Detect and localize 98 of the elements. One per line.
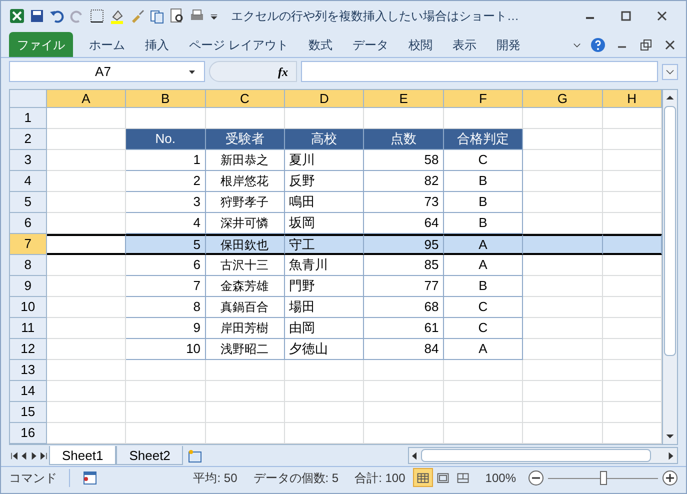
table-cell: 夏川 (284, 150, 364, 171)
sheet-tab[interactable]: Sheet2 (116, 446, 184, 465)
table-cell: 狩野孝子 (206, 192, 285, 213)
table-cell: 82 (364, 171, 444, 192)
table-cell: 3 (126, 192, 206, 213)
column-heading: 高校 (284, 129, 364, 150)
table-cell: 73 (364, 192, 444, 213)
table-cell: 坂岡 (284, 213, 364, 234)
table-cell: 1 (126, 150, 206, 171)
ribbon-tab[interactable]: ページ レイアウト (181, 32, 296, 57)
status-mode: コマンド (9, 468, 70, 486)
column-heading: 点数 (364, 129, 444, 150)
table-cell: 68 (364, 297, 444, 318)
table-cell: 真鍋百合 (206, 297, 285, 318)
column-header[interactable]: H (602, 90, 662, 108)
ribbon-tab[interactable]: 挿入 (137, 32, 177, 57)
row-header[interactable]: 16 (10, 423, 47, 444)
ribbon-tab[interactable]: 表示 (444, 32, 484, 57)
table-cell: 64 (364, 213, 444, 234)
column-header[interactable]: B (126, 90, 206, 108)
column-header[interactable]: E (364, 90, 444, 108)
table-cell: 2 (126, 171, 206, 192)
ribbon-tab[interactable]: 数式 (300, 32, 340, 57)
ribbon-tab[interactable]: データ (344, 32, 396, 57)
status-count: データの個数: 5 (253, 470, 339, 486)
table-cell: 新田恭之 (206, 150, 285, 171)
table-cell: 4 (126, 213, 206, 234)
table-cell: 由岡 (284, 318, 364, 339)
table-cell: A (444, 339, 524, 360)
row-header[interactable]: 2 (10, 129, 47, 150)
table-cell: 95 (364, 234, 444, 255)
window-title: エクセルの行や列を複数挿入したい場合はショート… (231, 8, 519, 25)
row-header[interactable]: 14 (10, 381, 47, 402)
table-cell: 58 (364, 150, 444, 171)
row-header[interactable]: 9 (10, 276, 47, 297)
table-cell: C (444, 150, 524, 171)
table-cell: B (444, 213, 524, 234)
row-header[interactable]: 13 (10, 360, 47, 381)
table-cell: B (444, 276, 524, 297)
zoom-level[interactable]: 100% (485, 468, 516, 486)
row-header[interactable]: 11 (10, 318, 47, 339)
row-header[interactable]: 8 (10, 255, 47, 276)
table-cell: 反野 (284, 171, 364, 192)
table-cell: 10 (126, 339, 206, 360)
status-average: 平均: 50 (193, 470, 238, 486)
table-cell: 5 (126, 234, 206, 255)
ribbon-tab[interactable]: 校閲 (400, 32, 440, 57)
table-cell: 保田欽也 (206, 234, 285, 255)
table-cell: 6 (126, 255, 206, 276)
table-cell: 61 (364, 318, 444, 339)
table-cell: 鳴田 (284, 192, 364, 213)
column-header[interactable]: F (444, 90, 524, 108)
table-cell: 場田 (284, 297, 364, 318)
table-cell: 門野 (284, 276, 364, 297)
ribbon-tab[interactable]: 開発 (488, 32, 528, 57)
table-cell: 根岸悠花 (206, 171, 285, 192)
column-header[interactable]: C (206, 90, 285, 108)
table-cell: 古沢十三 (206, 255, 285, 276)
row-header[interactable]: 3 (10, 150, 47, 171)
row-header[interactable]: 7 (10, 234, 47, 255)
column-header[interactable]: A (46, 90, 126, 108)
ribbon-tab[interactable]: ファイル (9, 32, 73, 57)
table-cell: 深井可憐 (206, 213, 285, 234)
row-header[interactable]: 6 (10, 213, 47, 234)
table-cell: 84 (364, 339, 444, 360)
row-header[interactable]: 5 (10, 192, 47, 213)
table-cell: 金森芳雄 (206, 276, 285, 297)
column-header[interactable]: G (523, 90, 603, 108)
table-cell: 85 (364, 255, 444, 276)
column-heading: No. (126, 129, 206, 150)
sheet-tab[interactable]: Sheet1 (49, 446, 116, 465)
table-cell: B (444, 192, 524, 213)
table-cell: 守工 (284, 234, 364, 255)
table-cell: C (444, 318, 524, 339)
column-header[interactable]: D (284, 90, 364, 108)
table-cell: A (444, 255, 524, 276)
row-header[interactable]: 10 (10, 297, 47, 318)
table-cell: 夕徳山 (284, 339, 364, 360)
table-cell: 7 (126, 276, 206, 297)
table-cell: 77 (364, 276, 444, 297)
status-sum: 合計: 100 (354, 470, 406, 486)
table-cell: 魚青川 (284, 255, 364, 276)
table-cell: A (444, 234, 524, 255)
column-heading: 合格判定 (444, 129, 524, 150)
row-header[interactable]: 15 (10, 402, 47, 423)
table-cell: C (444, 297, 524, 318)
row-header[interactable]: 12 (10, 339, 47, 360)
name-box[interactable]: A7 (9, 61, 205, 82)
row-header[interactable]: 4 (10, 171, 47, 192)
table-cell: 9 (126, 318, 206, 339)
table-cell: 浅野昭二 (206, 339, 285, 360)
ribbon-tab[interactable]: ホーム (81, 32, 133, 57)
row-header[interactable]: 1 (10, 108, 47, 129)
table-cell: 岸田芳樹 (206, 318, 285, 339)
column-heading: 受験者 (206, 129, 285, 150)
table-cell: 8 (126, 297, 206, 318)
table-cell: B (444, 171, 524, 192)
insert-function-button[interactable]: fx (209, 61, 297, 82)
